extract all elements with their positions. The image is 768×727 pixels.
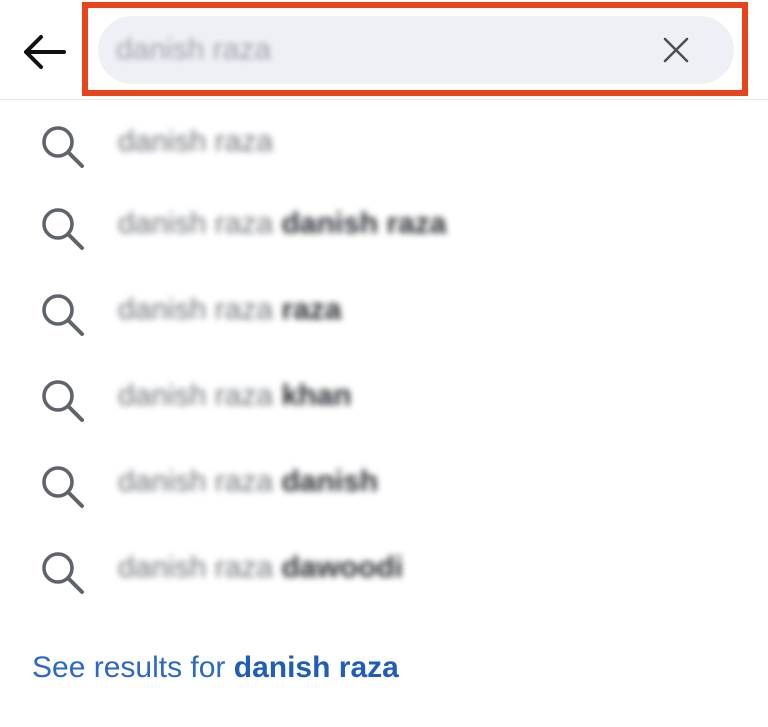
suggestion-text: danish raza raza: [118, 293, 342, 326]
see-results-query: danish raza: [233, 651, 399, 684]
suggestion-text: danish raza danish: [118, 465, 379, 498]
search-page: danish raza danish raza danish raza dani…: [0, 0, 768, 727]
see-results-prefix: See results for: [32, 651, 234, 684]
search-icon: [42, 208, 84, 250]
suggestion-text: danish raza khan: [118, 379, 352, 412]
suggestion-item[interactable]: danish raza danish: [0, 440, 768, 526]
suggestion-item[interactable]: danish raza khan: [0, 354, 768, 440]
suggestion-text: danish raza dawoodi: [118, 551, 404, 584]
search-highlight-box: [82, 2, 748, 96]
suggestion-list: danish raza danish raza danish raza dani…: [0, 100, 768, 612]
suggestion-text: danish raza danish raza: [118, 207, 447, 240]
search-icon: [42, 126, 84, 168]
arrow-left-icon: [24, 35, 66, 69]
search-icon: [42, 380, 84, 422]
see-results-link[interactable]: See results for danish raza: [32, 648, 399, 688]
back-button[interactable]: [18, 26, 70, 78]
suggestion-item[interactable]: danish raza danish raza: [0, 182, 768, 268]
suggestion-item[interactable]: danish raza raza: [0, 268, 768, 354]
suggestion-item[interactable]: danish raza: [0, 100, 768, 182]
search-icon: [42, 552, 84, 594]
suggestion-text: danish raza: [118, 125, 274, 158]
suggestion-item[interactable]: danish raza dawoodi: [0, 526, 768, 612]
search-icon: [42, 294, 84, 336]
search-header: danish raza: [0, 0, 768, 100]
search-icon: [42, 466, 84, 508]
